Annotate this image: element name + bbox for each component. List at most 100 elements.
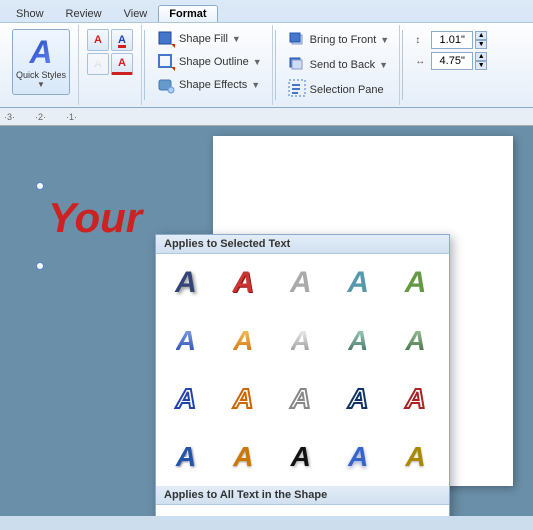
style-a-2: A	[233, 266, 255, 300]
height-arrows: ▲ ▼	[475, 31, 487, 49]
style-silver-gradient[interactable]: A	[275, 316, 327, 366]
shape-effects-icon	[157, 76, 175, 94]
arrange-cmds-container: Bring to Front ▼ Send to Back ▼	[284, 27, 394, 97]
style-blue-outline[interactable]: A	[160, 374, 212, 424]
height-down-button[interactable]: ▼	[475, 40, 487, 49]
bring-to-front-icon	[288, 29, 306, 50]
section1-header: Applies to Selected Text	[156, 235, 449, 254]
style-a-8: A	[291, 325, 311, 357]
style-blue-fill2[interactable]: A	[332, 432, 384, 482]
shape-effects-button[interactable]: Shape Effects ▼	[153, 74, 266, 96]
text-format-group: A A A A	[79, 25, 142, 105]
height-spinner: ↕ ▲ ▼	[415, 31, 487, 49]
selection-pane-icon	[288, 79, 306, 100]
tab-format[interactable]: Format	[158, 5, 217, 22]
style-a-17: A	[233, 441, 253, 473]
wordart-a-icon: A	[29, 36, 52, 68]
size-group: ↕ ▲ ▼ ↔ ▲ ▼	[405, 25, 497, 105]
style-orange-fill[interactable]: A	[217, 432, 269, 482]
style-a-3: A	[290, 266, 312, 300]
style-blue-gradient[interactable]: A	[160, 316, 212, 366]
style-teal-plain[interactable]: A	[332, 258, 384, 308]
arrange-commands-group: Bring to Front ▼ Send to Back ▼	[278, 25, 401, 105]
style-a-7: A	[233, 325, 253, 357]
send-to-back-label: Send to Back	[310, 59, 375, 71]
style-a-4: A	[347, 266, 369, 300]
style-a-15: A	[405, 383, 425, 415]
height-icon: ↕	[415, 35, 429, 46]
quick-styles-dropdown-arrow: ▼	[37, 80, 45, 89]
style-a-5: A	[405, 266, 427, 300]
quick-styles-button[interactable]: A Quick Styles ▼	[12, 29, 70, 95]
tab-view[interactable]: View	[113, 5, 159, 22]
send-to-back-button[interactable]: Send to Back ▼	[284, 52, 394, 77]
style-a-13: A	[291, 383, 311, 415]
size-inputs: ↕ ▲ ▼ ↔ ▲ ▼	[411, 27, 491, 74]
ribbon-content: A Quick Styles ▼ A A A A	[0, 22, 533, 107]
selection-pane-label: Selection Pane	[310, 84, 384, 96]
shape-outline-button[interactable]: Shape Outline ▼	[153, 51, 266, 73]
style-black-fill[interactable]: A	[275, 432, 327, 482]
style-gold-fill[interactable]: A	[390, 432, 442, 482]
shape-commands-group: Shape Fill ▼ Shape Outline ▼	[147, 25, 273, 105]
style-s2-blue[interactable]: A	[390, 509, 442, 516]
bring-to-front-button[interactable]: Bring to Front ▼	[284, 27, 394, 52]
quick-styles-label: Quick Styles	[16, 70, 66, 80]
selection-pane-button[interactable]: Selection Pane	[284, 77, 394, 102]
width-down-button[interactable]: ▼	[475, 61, 487, 70]
style-blue-shadow[interactable]: A	[160, 258, 212, 308]
style-s2-gray[interactable]: A	[275, 509, 327, 516]
style-red-bold[interactable]: A	[217, 258, 269, 308]
tab-row: Show Review View Format	[0, 0, 533, 22]
tab-review[interactable]: Review	[55, 5, 113, 22]
style-gray-outline[interactable]: A	[275, 374, 327, 424]
quick-styles-group: A Quick Styles ▼	[4, 25, 79, 105]
shape-effects-label: Shape Effects	[179, 79, 247, 91]
style-green-plain[interactable]: A	[390, 258, 442, 308]
style-orange-gradient[interactable]: A	[217, 316, 269, 366]
text-fill-button[interactable]: A	[87, 29, 109, 51]
style-red-outline[interactable]: A	[390, 374, 442, 424]
width-arrows: ▲ ▼	[475, 52, 487, 70]
shape-cmds-container: Shape Fill ▼ Shape Outline ▼	[153, 27, 266, 97]
shape-fill-button[interactable]: Shape Fill ▼	[153, 28, 266, 50]
style-grid-row1: A A A A A	[156, 254, 449, 312]
wordart-styles-panel: Applies to Selected Text A A A A A A	[155, 234, 450, 516]
style-s2-white2[interactable]: A	[217, 509, 269, 516]
bring-to-front-arrow: ▼	[380, 35, 389, 45]
shape-outline-label: Shape Outline	[179, 56, 249, 68]
style-a-9: A	[348, 325, 368, 357]
text-spacing-button[interactable]: A	[111, 53, 133, 75]
style-blue-fill[interactable]: A	[160, 432, 212, 482]
style-orange-outline[interactable]: A	[217, 374, 269, 424]
style-a-10: A	[405, 325, 425, 357]
shape-fill-label: Shape Fill	[179, 33, 228, 45]
divider-1	[144, 30, 145, 100]
style-grid-row3: A A A A A	[156, 370, 449, 428]
style-green-gradient[interactable]: A	[390, 316, 442, 366]
width-up-button[interactable]: ▲	[475, 52, 487, 61]
text-effect-button[interactable]: A	[87, 53, 109, 75]
style-gray-plain[interactable]: A	[275, 258, 327, 308]
tab-show[interactable]: Show	[5, 5, 55, 22]
shape-effects-arrow: ▼	[251, 80, 260, 90]
divider-2	[275, 30, 276, 100]
style-s2-white[interactable]: A	[160, 509, 212, 516]
handle-tl[interactable]	[36, 182, 44, 190]
style-grid-row2: A A A A A	[156, 312, 449, 370]
width-spinner: ↔ ▲ ▼	[415, 52, 487, 70]
height-up-button[interactable]: ▲	[475, 31, 487, 40]
style-s2-green[interactable]: A	[332, 509, 384, 516]
style-a-20: A	[405, 441, 425, 473]
ruler: ·3· ·2· ·1·	[0, 108, 533, 126]
send-to-back-arrow: ▼	[379, 60, 388, 70]
text-outline-button[interactable]: A	[111, 29, 133, 51]
handle-bl[interactable]	[36, 262, 44, 270]
shape-fill-arrow: ▼	[232, 34, 241, 44]
height-input[interactable]	[431, 31, 473, 49]
style-teal-gradient[interactable]: A	[332, 316, 384, 366]
style-a-11: A	[176, 383, 196, 415]
style-navy-outline[interactable]: A	[332, 374, 384, 424]
width-input[interactable]	[431, 52, 473, 70]
shape-outline-arrow: ▼	[253, 57, 262, 67]
